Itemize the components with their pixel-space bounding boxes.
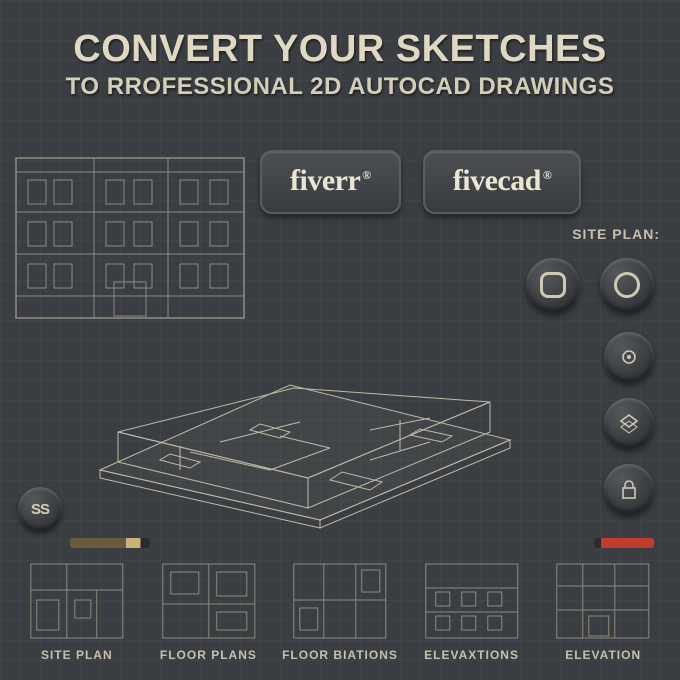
thumb-elevaxtions: ELEVAXTIONS xyxy=(413,560,531,662)
ss-button-label: SS xyxy=(31,501,49,518)
thumb-caption: SITE PLAN xyxy=(41,648,113,662)
layers-icon xyxy=(617,411,641,435)
thumb-caption: ELEVAXTIONS xyxy=(424,648,519,662)
heading-line-2: TO RROFESSIONAL 2D AUTOCAD DRAWINGS xyxy=(20,73,660,101)
thumb-caption: FLOOR PLANS xyxy=(160,648,257,662)
tool-button-3[interactable] xyxy=(604,332,654,382)
thumbnail-row: SITE PLAN FLOOR PLANS FLOOR BIATIONS ELE… xyxy=(18,560,662,662)
isometric-floor-plan xyxy=(70,270,540,530)
ss-button[interactable]: SS xyxy=(18,487,62,531)
registered-mark: ® xyxy=(543,168,551,182)
circle-icon xyxy=(614,272,640,298)
heading-line-1: CONVERT YOUR SKETCHES xyxy=(20,28,660,71)
promo-heading: CONVERT YOUR SKETCHES TO RROFESSIONAL 2D… xyxy=(20,28,660,101)
red-pencil-icon xyxy=(594,538,654,548)
square-icon xyxy=(540,272,566,298)
thumb-elevation: ELEVATION xyxy=(544,560,662,662)
tool-button-5[interactable] xyxy=(604,464,654,514)
tool-button-4[interactable] xyxy=(604,398,654,448)
brand-row: fiverr® fivecad® xyxy=(260,150,581,214)
gear-icon xyxy=(617,345,641,369)
registered-mark: ® xyxy=(362,168,370,182)
tool-button-1[interactable] xyxy=(526,258,580,312)
thumb-floor-plans: FLOOR PLANS xyxy=(150,560,268,662)
brand-fiverr-text: fiverr xyxy=(290,164,360,197)
lock-icon xyxy=(618,478,640,500)
thumb-floor-biations: FLOOR BIATIONS xyxy=(281,560,399,662)
site-plan-side-label: SITE PLAN: xyxy=(572,226,660,242)
thumb-site-plan: SITE PLAN xyxy=(18,560,136,662)
thumb-caption: ELEVATION xyxy=(565,648,641,662)
brand-fiverr: fiverr® xyxy=(260,150,401,214)
thumb-caption: FLOOR BIATIONS xyxy=(282,648,398,662)
pencil-icon xyxy=(70,538,150,548)
brand-fivecad-text: fivecad xyxy=(453,164,541,197)
brand-fivecad: fivecad® xyxy=(423,150,582,214)
tool-button-2[interactable] xyxy=(600,258,654,312)
